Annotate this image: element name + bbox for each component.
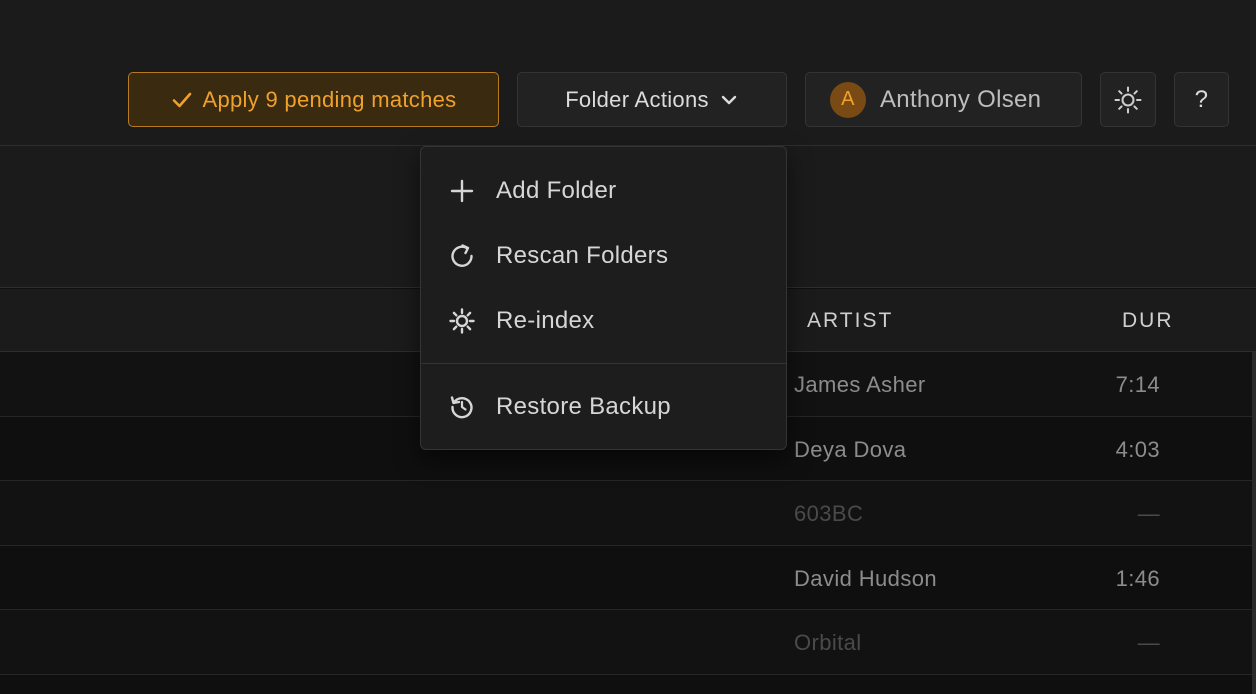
duration-cell: 7:14: [1115, 372, 1160, 397]
column-header-duration[interactable]: DUR: [1122, 309, 1174, 333]
duration-cell: 1:46: [1115, 565, 1160, 591]
refresh-icon: [448, 242, 476, 270]
restore-icon: [448, 393, 476, 421]
artist-cell: Deya Dova: [794, 436, 907, 462]
user-name: Anthony Olsen: [880, 85, 1042, 113]
avatar-initial: A: [841, 88, 855, 110]
chevron-down-icon: [721, 95, 736, 104]
apply-matches-button[interactable]: Apply 9 pending matches: [128, 72, 499, 127]
menu-divider: [421, 363, 786, 364]
menu-item-label: Add Folder: [496, 176, 617, 204]
folder-actions-label: Folder Actions: [565, 86, 709, 112]
top-toolbar: Apply 9 pending matches Folder Actions A…: [0, 0, 1256, 146]
sun-icon: [1114, 86, 1142, 113]
folder-actions-button[interactable]: Folder Actions: [517, 72, 787, 127]
artist-cell: Orbital: [794, 630, 862, 656]
gear-icon: [448, 307, 476, 335]
apply-matches-label: Apply 9 pending matches: [202, 86, 457, 112]
avatar: A: [830, 81, 866, 118]
table-row[interactable]: David Hudson 1:46: [0, 545, 1252, 611]
help-button[interactable]: ?: [1174, 72, 1229, 127]
menu-item-restore-backup[interactable]: Restore Backup: [421, 374, 786, 439]
menu-item-label: Rescan Folders: [496, 241, 669, 269]
duration-cell: 4:03: [1115, 436, 1160, 462]
artist-cell: 603BC: [794, 501, 864, 527]
column-header-artist[interactable]: ARTIST: [807, 309, 893, 333]
menu-item-re-index[interactable]: Re-index: [421, 288, 786, 353]
table-scrollbar[interactable]: [1252, 352, 1256, 694]
folder-actions-dropdown: Add Folder Rescan Folders Re-index Resto…: [420, 146, 787, 450]
menu-item-add-folder[interactable]: Add Folder: [421, 158, 786, 223]
duration-cell: —: [1137, 630, 1160, 656]
menu-item-rescan-folders[interactable]: Rescan Folders: [421, 223, 786, 288]
menu-item-label: Re-index: [496, 306, 595, 334]
duration-cell: —: [1137, 501, 1160, 527]
table-row[interactable]: Orbital —: [0, 610, 1252, 675]
user-menu-button[interactable]: A Anthony Olsen: [805, 72, 1082, 127]
artist-cell: James Asher: [794, 372, 926, 397]
help-label: ?: [1194, 85, 1209, 113]
menu-item-label: Restore Backup: [496, 392, 671, 420]
artist-cell: David Hudson: [794, 565, 937, 591]
table-row[interactable]: 603BC —: [0, 481, 1252, 546]
theme-toggle-button[interactable]: [1100, 72, 1156, 127]
plus-icon: [448, 177, 476, 205]
checkmark-icon: [172, 92, 191, 107]
